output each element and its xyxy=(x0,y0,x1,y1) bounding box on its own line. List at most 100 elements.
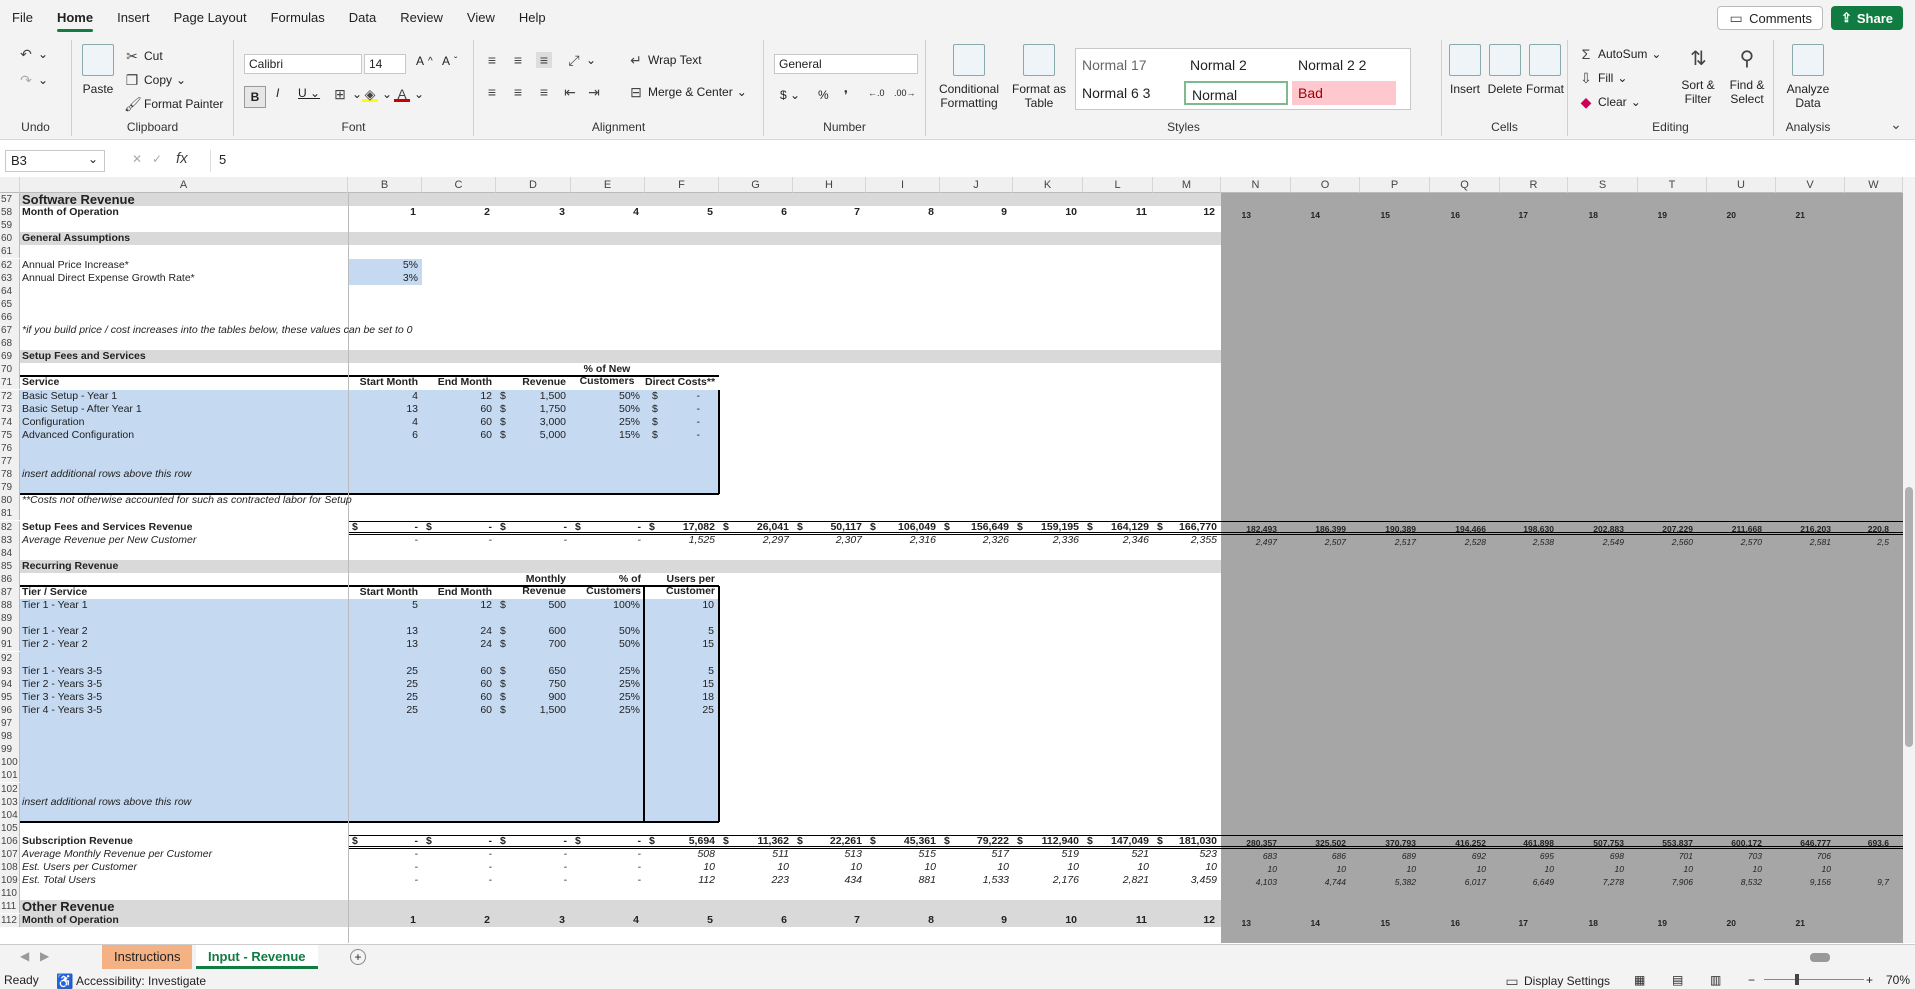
column-header-e[interactable]: E xyxy=(571,177,645,193)
align-middle-button[interactable]: ≡ xyxy=(510,52,526,68)
row-header[interactable]: 103 xyxy=(0,795,20,809)
row-header[interactable]: 59 xyxy=(0,219,20,233)
page-layout-view-icon[interactable]: ▤ xyxy=(1672,973,1683,987)
zoom-slider[interactable] xyxy=(1764,979,1864,980)
increase-font-button[interactable]: A ^ xyxy=(416,54,433,68)
column-header-f[interactable]: F xyxy=(645,177,719,193)
prev-sheet-icon[interactable]: ◀ xyxy=(20,949,29,963)
accessibility-button[interactable]: ♿ Accessibility: Investigate xyxy=(56,973,206,989)
column-header-g[interactable]: G xyxy=(719,177,793,193)
format-painter-button[interactable]: 🖌 Format Painter xyxy=(124,96,223,112)
style-normal-6-3[interactable]: Normal 6 3 xyxy=(1076,81,1180,105)
align-left-button[interactable]: ≡ xyxy=(484,84,500,100)
find-select-button[interactable]: ⚲ Find & Select xyxy=(1724,44,1770,106)
menu-insert[interactable]: Insert xyxy=(105,0,162,36)
row-header[interactable]: 74 xyxy=(0,415,20,429)
select-all-corner[interactable] xyxy=(0,177,20,193)
column-header-k[interactable]: K xyxy=(1013,177,1083,193)
underline-button[interactable]: U ⌄ xyxy=(298,86,320,100)
zoom-in-button[interactable]: + xyxy=(1866,973,1873,987)
row-header[interactable]: 85 xyxy=(0,559,20,573)
row-header[interactable]: 107 xyxy=(0,848,20,862)
collapse-ribbon-button[interactable]: ⌄ xyxy=(1888,116,1904,132)
normal-view-icon[interactable]: ▦ xyxy=(1634,973,1645,987)
zoom-level[interactable]: 70% xyxy=(1886,973,1910,987)
row-header[interactable]: 90 xyxy=(0,625,20,639)
sort-filter-button[interactable]: ⇅ Sort & Filter xyxy=(1676,44,1720,106)
decrease-decimal-button[interactable]: .00→ xyxy=(894,88,916,98)
row-header[interactable]: 94 xyxy=(0,677,20,691)
row-header[interactable]: 78 xyxy=(0,468,20,482)
row-header[interactable]: 81 xyxy=(0,507,20,521)
row-header[interactable]: 68 xyxy=(0,337,20,351)
row-header[interactable]: 110 xyxy=(0,887,20,901)
name-box-dropdown[interactable]: ⌄ xyxy=(88,152,98,166)
align-right-button[interactable]: ≡ xyxy=(536,84,552,100)
enter-icon[interactable]: ✓ xyxy=(152,152,162,166)
cut-button[interactable]: ✂ Cut xyxy=(124,48,163,64)
row-header[interactable]: 112 xyxy=(0,913,20,927)
vertical-scrollbar[interactable] xyxy=(1903,177,1915,943)
row-header[interactable]: 58 xyxy=(0,206,20,220)
column-header-d[interactable]: D xyxy=(496,177,571,193)
currency-button[interactable]: $ ⌄ xyxy=(780,88,800,102)
row-header[interactable]: 96 xyxy=(0,703,20,717)
increase-indent-button[interactable]: ⇥ xyxy=(586,84,602,100)
align-bottom-button[interactable]: ≡ xyxy=(536,52,552,68)
row-header[interactable]: 105 xyxy=(0,821,20,835)
tab-instructions[interactable]: Instructions xyxy=(102,945,193,969)
row-header[interactable]: 97 xyxy=(0,717,20,731)
formula-input[interactable]: 5 xyxy=(210,150,1900,172)
row-header[interactable]: 93 xyxy=(0,664,20,678)
row-header[interactable]: 80 xyxy=(0,494,20,508)
cancel-icon[interactable]: ✕ xyxy=(132,152,142,166)
row-header[interactable]: 67 xyxy=(0,324,20,338)
bold-button[interactable]: B xyxy=(244,86,266,108)
row-header[interactable]: 77 xyxy=(0,455,20,469)
menu-help[interactable]: Help xyxy=(507,0,558,36)
align-top-button[interactable]: ≡ xyxy=(484,52,500,68)
column-header-q[interactable]: Q xyxy=(1430,177,1500,193)
align-center-button[interactable]: ≡ xyxy=(510,84,526,100)
row-header[interactable]: 84 xyxy=(0,546,20,560)
column-header-v[interactable]: V xyxy=(1776,177,1845,193)
analyze-data-button[interactable]: Analyze Data xyxy=(1778,44,1838,110)
menu-home[interactable]: Home xyxy=(45,0,105,36)
next-sheet-icon[interactable]: ▶ xyxy=(40,949,49,963)
row-header[interactable]: 71 xyxy=(0,376,20,390)
column-header-u[interactable]: U xyxy=(1707,177,1776,193)
delete-cells-button[interactable]: Delete xyxy=(1486,44,1524,96)
decrease-indent-button[interactable]: ⇤ xyxy=(562,84,578,100)
row-header[interactable]: 82 xyxy=(0,520,20,534)
row-header[interactable]: 91 xyxy=(0,638,20,652)
zoom-out-button[interactable]: − xyxy=(1748,973,1755,987)
merge-center-button[interactable]: ⊟ Merge & Center ⌄ xyxy=(628,84,747,100)
style-normal[interactable]: Normal xyxy=(1184,81,1288,105)
row-header[interactable]: 61 xyxy=(0,245,20,259)
italic-button[interactable]: I xyxy=(276,86,279,100)
column-header-w[interactable]: W xyxy=(1845,177,1903,193)
column-header-j[interactable]: J xyxy=(940,177,1013,193)
row-header[interactable]: 100 xyxy=(0,756,20,770)
row-header[interactable]: 79 xyxy=(0,481,20,495)
column-header-s[interactable]: S xyxy=(1568,177,1638,193)
row-header[interactable]: 60 xyxy=(0,232,20,246)
horizontal-scroll-thumb[interactable] xyxy=(1810,953,1830,962)
font-color-button[interactable]: A ⌄ xyxy=(394,86,424,102)
menu-review[interactable]: Review xyxy=(388,0,455,36)
column-header-r[interactable]: R xyxy=(1500,177,1568,193)
spreadsheet-grid[interactable]: A B C D E F G H I J K L M N O P Q R S T U V W 57 58 59 60 61 62 63 64 6… xyxy=(0,177,1903,943)
menu-formulas[interactable]: Formulas xyxy=(259,0,337,36)
row-header[interactable]: 92 xyxy=(0,651,20,665)
style-bad[interactable]: Bad xyxy=(1292,81,1396,105)
row-header[interactable]: 101 xyxy=(0,769,20,783)
redo-button[interactable]: ↷ ⌄ xyxy=(18,72,48,88)
column-header-b[interactable]: B xyxy=(348,177,422,193)
row-header[interactable]: 98 xyxy=(0,730,20,744)
row-header[interactable]: 65 xyxy=(0,297,20,311)
font-name-select[interactable]: Calibri xyxy=(244,54,362,74)
menu-view[interactable]: View xyxy=(455,0,507,36)
row-header[interactable]: 64 xyxy=(0,284,20,298)
row-header[interactable]: 99 xyxy=(0,743,20,757)
fill-button[interactable]: ⇩ Fill ⌄ xyxy=(1578,70,1627,86)
